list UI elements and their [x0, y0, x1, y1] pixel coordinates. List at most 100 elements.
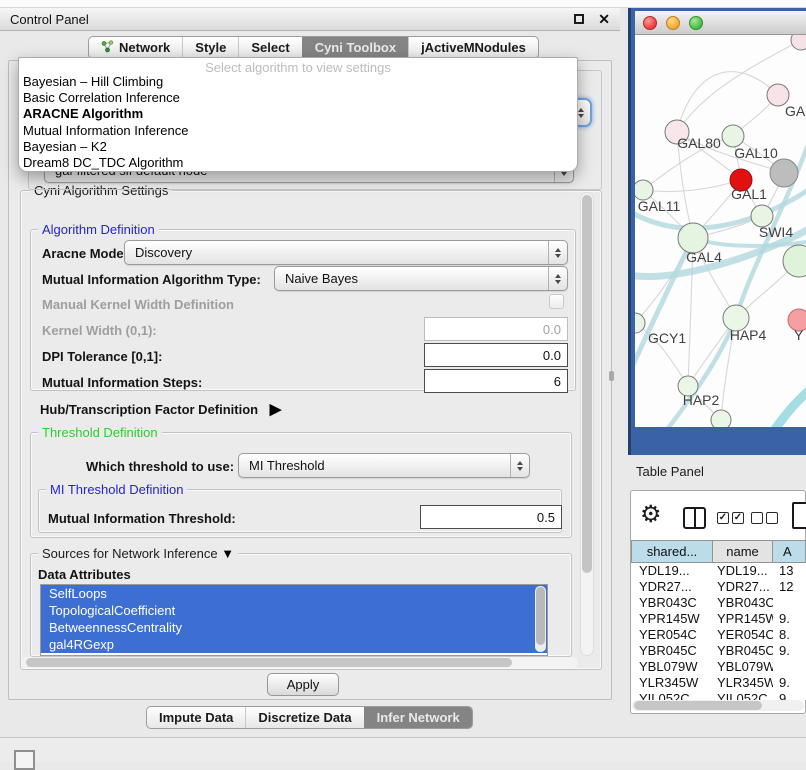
table-body[interactable]: YDL19...YDL19...13YDR27...YDR27...12YBR0… [631, 563, 806, 700]
table-cell: YPR145W [631, 611, 713, 627]
tab-label: Discretize Data [258, 710, 351, 725]
table-row[interactable]: YDL19...YDL19...13 [631, 563, 806, 579]
data-attribute-item-gal4rgexp[interactable]: gal4RGexp [41, 636, 547, 653]
deselect-all-columns-button[interactable] [751, 512, 778, 524]
network-node-label: GAL1 [731, 186, 767, 202]
data-attribute-item-betweennesscentrality[interactable]: BetweennessCentrality [41, 619, 547, 636]
table-row[interactable]: YIL052CYIL052C9 [631, 691, 806, 700]
network-graph[interactable]: GALGAL80GAL10GAL1GAL11SWI4GAL4GCY1HAP4YH… [635, 35, 806, 427]
tab-cyni-toolbox[interactable]: Cyni Toolbox [302, 37, 408, 58]
tab-style[interactable]: Style [182, 37, 238, 58]
maximize-traffic-light-icon[interactable] [689, 16, 703, 30]
mi-steps-label: Mutual Information Steps: [42, 375, 202, 390]
network-node[interactable] [770, 159, 798, 187]
tab-label: jActiveMNodules [421, 40, 526, 55]
mi-algorithm-type-label: Mutual Information Algorithm Type: [42, 272, 261, 287]
settings-horizontal-scrollbar[interactable] [22, 657, 578, 668]
minimize-traffic-light-icon[interactable] [666, 16, 680, 30]
table-row[interactable]: YBR043CYBR043C [631, 595, 806, 611]
control-panel-title: Control Panel [10, 12, 574, 27]
control-panel-tabbar: Network Style Select Cyni Toolbox jActiveMNo… [88, 36, 539, 59]
table-cell: 12 [773, 579, 806, 595]
hub-definition-toggle[interactable]: Hub/Transcription Factor Definition ▶ [40, 400, 281, 418]
network-node[interactable] [711, 410, 731, 427]
mi-algorithm-type-combobox[interactable]: Naive Bayes [274, 266, 568, 291]
algorithm-option-bayesian-hill-climbing[interactable]: Bayesian – Hill Climbing [19, 74, 577, 90]
table-row[interactable]: YDR27...YDR27...12 [631, 579, 806, 595]
columns-icon[interactable] [683, 507, 706, 529]
column-header-partial[interactable]: A [773, 540, 806, 563]
table-row[interactable]: YPR145WYPR145W9. [631, 611, 806, 627]
table-cell [773, 659, 806, 675]
table-cell: YLR345W [713, 675, 773, 691]
settings-vertical-scrollbar[interactable] [580, 192, 594, 656]
splitpane-handle[interactable] [609, 371, 614, 381]
chevron-right-icon[interactable]: ▶ [270, 401, 282, 418]
tab-network[interactable]: Network [89, 37, 182, 58]
algorithm-dropdown-popup: Select algorithm to view settings Bayesi… [18, 57, 578, 172]
network-window-titlebar[interactable] [635, 11, 806, 35]
data-attribute-item-selfloops[interactable]: SelfLoops [41, 585, 547, 602]
table-row[interactable]: YBL079WYBL079W [631, 659, 806, 675]
table-row[interactable]: YBR045CYBR045C9. [631, 643, 806, 659]
network-node[interactable] [791, 35, 806, 50]
algorithm-option-mutual-information-inference[interactable]: Mutual Information Inference [19, 123, 577, 139]
data-attributes-list[interactable]: SelfLoopsTopologicalCoefficientBetweenne… [40, 584, 548, 656]
algorithm-option-dream8-dc-tdc-algorithm[interactable]: Dream8 DC_TDC Algorithm [19, 155, 577, 171]
network-canvas[interactable]: GALGAL80GAL10GAL1GAL11SWI4GAL4GCY1HAP4YH… [635, 35, 806, 427]
column-header-shared-name[interactable]: shared... [631, 540, 713, 563]
data-attribute-item-topologicalcoefficient[interactable]: TopologicalCoefficient [41, 602, 547, 619]
tab-infer-network[interactable]: Infer Network [364, 707, 472, 728]
table-cell: YPR145W [713, 611, 773, 627]
aracne-mode-combobox[interactable]: Discovery [124, 240, 568, 265]
chevron-down-icon[interactable]: ▼ [221, 546, 234, 561]
network-node-gal10[interactable] [722, 125, 744, 147]
table-cell: YDL19... [713, 563, 773, 579]
network-node-label: GAL4 [686, 249, 722, 265]
network-node-gal11[interactable] [635, 180, 653, 200]
kernel-width-field[interactable]: 0.0 [424, 317, 568, 341]
close-traffic-light-icon[interactable] [643, 16, 657, 30]
dpi-tolerance-field[interactable]: 0.0 [424, 343, 568, 367]
tab-label: Style [195, 40, 226, 55]
mi-threshold-field[interactable]: 0.5 [420, 505, 562, 529]
mi-steps-field[interactable]: 6 [424, 369, 568, 393]
float-icon[interactable] [574, 14, 584, 24]
tab-jactivemnodules[interactable]: jActiveMNodules [408, 37, 538, 58]
algorithm-option-basic-correlation-inference[interactable]: Basic Correlation Inference [19, 90, 577, 106]
algorithm-option-aracne-algorithm[interactable]: ARACNE Algorithm [19, 106, 577, 122]
tab-label: Select [251, 40, 289, 55]
status-strip [0, 737, 806, 762]
tab-label: Network [119, 40, 170, 55]
top-strip [0, 0, 806, 8]
scrollbar-thumb[interactable] [26, 658, 512, 667]
table-cell [773, 595, 806, 611]
gear-icon[interactable]: ⚙ [640, 503, 662, 527]
table-row[interactable]: YLR345WYLR345W9. [631, 675, 806, 691]
column-header-name[interactable]: name [713, 540, 773, 563]
close-icon[interactable]: ✕ [598, 14, 610, 24]
list-scrollbar[interactable] [535, 586, 546, 652]
manual-kernel-width-checkbox[interactable] [549, 294, 564, 309]
table-cell: 9. [773, 643, 806, 659]
table-horizontal-scrollbar[interactable] [632, 700, 804, 711]
sources-toggle[interactable]: Sources for Network Inference ▼ [38, 546, 238, 561]
which-threshold-combobox[interactable]: MI Threshold [238, 453, 530, 478]
new-table-icon[interactable] [792, 502, 806, 529]
select-all-columns-button[interactable]: ✓ ✓ [717, 512, 744, 524]
control-panel-titlebar: Control Panel ✕ [0, 8, 620, 31]
network-node-label: GAL10 [734, 145, 778, 161]
tab-discretize-data[interactable]: Discretize Data [245, 707, 363, 728]
tab-select[interactable]: Select [238, 37, 301, 58]
algorithm-option-bayesian-k2[interactable]: Bayesian – K2 [19, 139, 577, 155]
scrollbar-thumb[interactable] [634, 701, 762, 710]
table-row[interactable]: YER054CYER054C8. [631, 627, 806, 643]
table-cell: YLR345W [631, 675, 713, 691]
collapsed-panel-icon[interactable] [14, 750, 35, 770]
unchecked-checkbox-icon [751, 512, 763, 524]
aracne-mode-label: Aracne Mode: [42, 246, 128, 261]
tab-impute-data[interactable]: Impute Data [147, 707, 245, 728]
scrollbar-thumb[interactable] [582, 195, 592, 573]
apply-button[interactable]: Apply [267, 673, 339, 696]
table-cell: YER054C [713, 627, 773, 643]
